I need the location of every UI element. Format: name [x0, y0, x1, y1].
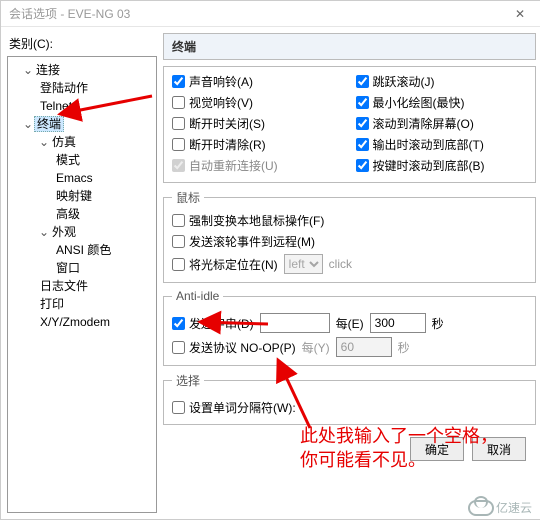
input-interval-e[interactable]	[370, 313, 426, 333]
legend-mouse: 鼠标	[172, 189, 204, 206]
group-select: 选择 设置单词分隔符(W):	[163, 372, 536, 425]
tree-log[interactable]: 日志文件	[38, 279, 90, 293]
window-title: 会话选项 - EVE-NG 03	[9, 5, 508, 22]
ok-button[interactable]: 确定	[410, 437, 464, 461]
tree-adv[interactable]: 高级	[54, 207, 82, 221]
chevron-down-icon[interactable]: ⌄	[22, 115, 34, 133]
cancel-button[interactable]: 取消	[472, 437, 526, 461]
ck-close-disc[interactable]	[172, 117, 185, 130]
ck-auto-reconnect	[172, 159, 185, 172]
tree-mode[interactable]: 模式	[54, 153, 82, 167]
chevron-down-icon[interactable]: ⌄	[38, 133, 50, 151]
tree-appearance[interactable]: 外观	[50, 225, 78, 239]
chevron-down-icon[interactable]: ⌄	[38, 223, 50, 241]
tree-window[interactable]: 窗口	[54, 261, 82, 275]
lbl-sec2: 秒	[398, 339, 410, 356]
ck-noop[interactable]	[172, 341, 185, 354]
ck-clear-disc[interactable]	[172, 138, 185, 151]
input-interval-y	[336, 337, 392, 357]
tree-emu[interactable]: 仿真	[50, 135, 78, 149]
category-tree[interactable]: ⌄连接 登陆动作 Telnet ⌄终端 ⌄仿真 模式 Emacs 映射键 高级 …	[7, 56, 157, 513]
tree-connect[interactable]: 连接	[34, 63, 62, 77]
input-send-string[interactable]	[260, 313, 330, 333]
chevron-down-icon[interactable]: ⌄	[22, 61, 34, 79]
panel-header: 终端	[163, 33, 536, 60]
tree-telnet[interactable]: Telnet	[38, 99, 74, 113]
tree-xyz[interactable]: X/Y/Zmodem	[38, 315, 112, 329]
ck-visual-bell[interactable]	[172, 96, 185, 109]
ck-word-sep[interactable]	[172, 401, 185, 414]
ck-scroll-clear[interactable]	[356, 117, 369, 130]
ck-sound-bell[interactable]	[172, 75, 185, 88]
legend-anti: Anti-idle	[172, 289, 223, 303]
group-anti-idle: Anti-idle 发送字串(D) 每(E) 秒 发送协议 NO-OP(P) 每…	[163, 289, 536, 366]
category-label: 类别(C):	[9, 35, 157, 52]
lbl-every-y: 每(Y)	[302, 339, 330, 356]
title-bar: 会话选项 - EVE-NG 03 ✕	[1, 1, 540, 27]
lbl-every-e: 每(E)	[336, 315, 364, 332]
group-mouse: 鼠标 强制变换本地鼠标操作(F) 发送滚轮事件到远程(M) 将光标定位在(N) …	[163, 189, 536, 283]
ck-send-wheel[interactable]	[172, 235, 185, 248]
group-top: 声音响铃(A) 跳跃滚动(J) 视觉响铃(V) 最小化绘图(最快) 断开时关闭(…	[163, 66, 536, 183]
ck-scroll-key[interactable]	[356, 159, 369, 172]
lbl-sec1: 秒	[432, 315, 444, 332]
ck-min-draw[interactable]	[356, 96, 369, 109]
ck-force-mouse[interactable]	[172, 214, 185, 227]
ck-scroll-output[interactable]	[356, 138, 369, 151]
ck-cursor-pos[interactable]	[172, 258, 185, 271]
lbl-click: click	[329, 257, 352, 271]
cloud-icon	[466, 498, 492, 516]
ck-jump-scroll[interactable]	[356, 75, 369, 88]
watermark: 亿速云	[466, 498, 532, 516]
tree-ansi[interactable]: ANSI 颜色	[54, 243, 113, 257]
tree-emacs[interactable]: Emacs	[54, 171, 95, 185]
tree-keys[interactable]: 映射键	[54, 189, 94, 203]
ck-send-string[interactable]	[172, 317, 185, 330]
tree-print[interactable]: 打印	[38, 297, 66, 311]
sel-mouse-side: left	[284, 254, 323, 274]
close-icon[interactable]: ✕	[508, 7, 532, 21]
tree-login[interactable]: 登陆动作	[38, 81, 90, 95]
tree-terminal[interactable]: 终端	[34, 116, 64, 132]
legend-select: 选择	[172, 372, 204, 389]
